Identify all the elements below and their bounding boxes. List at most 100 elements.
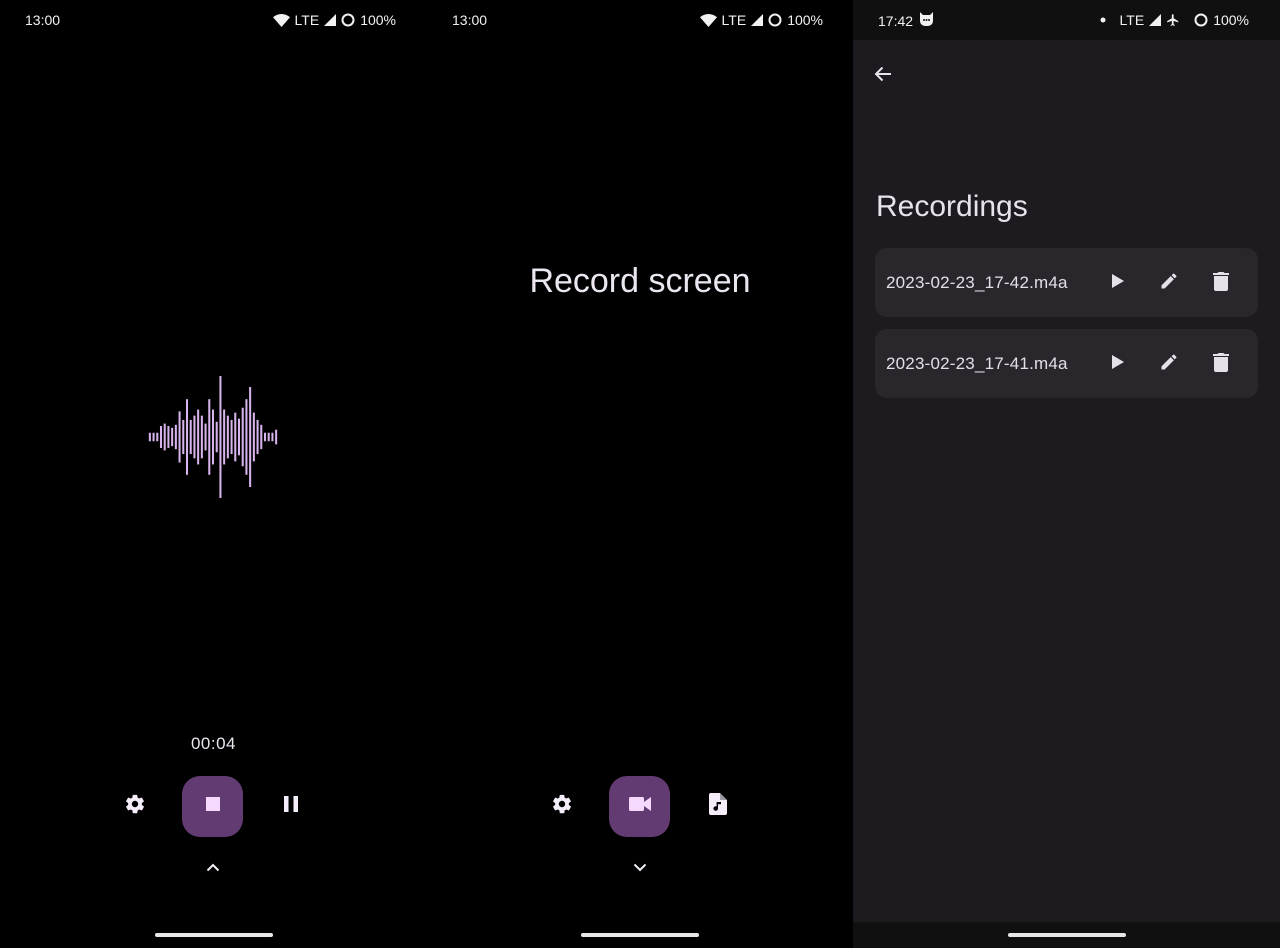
waveform-bar [211, 409, 215, 465]
audio-file-icon [709, 792, 727, 820]
waveform-bar [219, 376, 222, 498]
audio-waveform [148, 376, 278, 498]
chevron-up-icon [206, 859, 220, 877]
gear-icon [124, 793, 146, 820]
waveform-bar [200, 415, 203, 459]
waveform-bar [267, 432, 270, 442]
waveform-bar [241, 407, 244, 467]
recording-timer: 00:04 [190, 734, 237, 753]
recordings-list-screen: 17:42 LTE 100% Recordings 2023-02-23_17-… [853, 0, 1280, 948]
pause-icon [284, 795, 298, 817]
battery-saver-icon [768, 13, 782, 27]
chevron-down-icon [633, 859, 647, 877]
trash-icon [1213, 352, 1229, 377]
play-icon [1112, 354, 1124, 374]
screen-recording-screen: 13:00 LTE 100% Record screen [427, 0, 853, 948]
waveform-bar [167, 426, 170, 448]
gear-icon [551, 793, 573, 820]
arrow-back-icon [874, 66, 892, 87]
waveform-bar [208, 399, 211, 475]
waveform-bar [193, 415, 196, 459]
signal-icon [324, 14, 337, 26]
expand-button[interactable] [201, 858, 225, 878]
video-camera-icon [628, 797, 651, 816]
recording-item[interactable]: 2023-02-23_17-41.m4a [875, 329, 1258, 398]
battery-saver-icon [341, 13, 355, 27]
page-title: Recordings [876, 190, 1028, 223]
screen-title: Record screen [529, 262, 751, 300]
recordings-button[interactable] [698, 786, 738, 826]
pause-button[interactable] [271, 786, 311, 826]
settings-button[interactable] [542, 786, 582, 826]
battery-percent: 100% [1213, 12, 1249, 28]
waveform-bar [260, 424, 263, 450]
pencil-icon [1159, 352, 1179, 377]
battery-percent: 100% [787, 12, 823, 28]
signal-icon [751, 14, 764, 26]
network-type: LTE [1119, 12, 1145, 28]
gesture-nav-handle[interactable] [581, 933, 699, 937]
airplane-icon [1166, 13, 1180, 27]
stop-icon [205, 797, 220, 816]
waveform-bar [159, 426, 163, 448]
battery-saver-icon [1194, 13, 1208, 27]
trash-icon [1213, 271, 1229, 296]
waveform-bar [148, 432, 151, 442]
signal-icon [1149, 14, 1162, 26]
waveform-bar [230, 419, 233, 455]
waveform-bar [215, 421, 218, 453]
waveform-bar [178, 411, 181, 463]
settings-button[interactable] [115, 786, 155, 826]
waveform-bar [171, 427, 174, 447]
recording-controls [427, 776, 853, 837]
gesture-nav-handle[interactable] [1007, 933, 1126, 937]
status-time: 13:00 [25, 12, 61, 28]
collapse-button[interactable] [628, 858, 652, 878]
status-bar: 17:42 LTE 100% [853, 0, 1280, 40]
network-type: LTE [294, 12, 320, 28]
waveform-bar [256, 419, 259, 455]
stop-recording-button[interactable] [182, 776, 243, 837]
wifi-icon [699, 13, 717, 27]
waveform-bar [275, 429, 278, 445]
waveform-bar [252, 412, 255, 462]
waveform-bar [237, 418, 241, 456]
network-type: LTE [721, 12, 747, 28]
waveform-bar [185, 399, 189, 475]
waveform-bar [189, 419, 192, 455]
play-button[interactable] [1105, 351, 1131, 377]
waveform-bar [182, 419, 185, 455]
wifi-icon [272, 13, 290, 27]
waveform-bar [263, 432, 267, 442]
app-notification-icon [919, 12, 934, 29]
start-screen-recording-button[interactable] [609, 776, 670, 837]
waveform-bar [271, 432, 274, 442]
delete-button[interactable] [1208, 351, 1234, 377]
recording-controls [0, 776, 427, 837]
waveform-bar [223, 409, 226, 465]
pencil-icon [1159, 271, 1179, 296]
audio-recording-screen: 13:00 LTE 100% 00:04 [0, 0, 427, 948]
recordings-panel: Recordings 2023-02-23_17-42.m4a 2023-02-… [853, 40, 1280, 922]
status-time: 17:42 [878, 12, 914, 29]
rename-button[interactable] [1156, 351, 1182, 377]
status-time: 13:00 [452, 12, 488, 28]
waveform-bar [249, 386, 252, 488]
recording-item[interactable]: 2023-02-23_17-42.m4a [875, 248, 1258, 317]
delete-button[interactable] [1208, 270, 1234, 296]
battery-percent: 100% [360, 12, 396, 28]
back-button[interactable] [867, 60, 899, 92]
waveform-bar [226, 415, 229, 459]
recording-filename: 2023-02-23_17-42.m4a [886, 273, 1068, 292]
gesture-nav-handle[interactable] [154, 933, 273, 937]
waveform-bar [245, 399, 248, 475]
play-button[interactable] [1105, 270, 1131, 296]
waveform-bar [174, 424, 177, 450]
status-bar: 13:00 LTE 100% [0, 0, 427, 40]
waveform-bar [197, 409, 200, 465]
waveform-bar [234, 412, 237, 462]
waveform-bar [163, 423, 166, 451]
dot-icon [1100, 17, 1106, 23]
play-icon [1112, 273, 1124, 293]
rename-button[interactable] [1156, 270, 1182, 296]
